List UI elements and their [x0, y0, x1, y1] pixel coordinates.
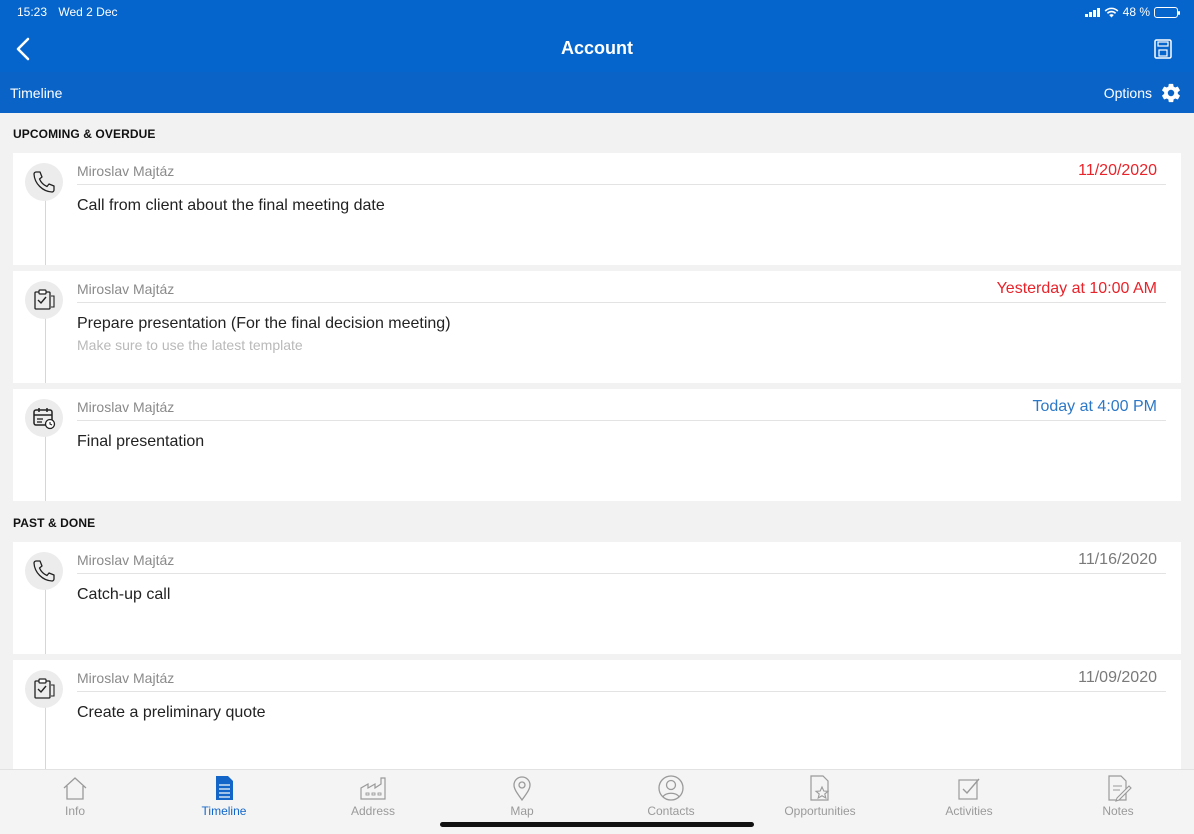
- timeline-card[interactable]: Miroslav Majtáz 11/20/2020 Call from cli…: [13, 153, 1181, 265]
- divider: [77, 302, 1166, 303]
- tab-contacts[interactable]: Contacts: [611, 774, 731, 818]
- save-button[interactable]: [1152, 38, 1174, 60]
- tab-label: Address: [350, 804, 396, 818]
- divider: [77, 420, 1166, 421]
- activity-date: 11/16/2020: [1078, 551, 1157, 568]
- home-indicator[interactable]: [440, 822, 754, 827]
- tab-map[interactable]: Map: [462, 774, 582, 818]
- tab-opportunities[interactable]: Opportunities: [760, 774, 880, 818]
- status-date: Wed 2 Dec: [58, 5, 118, 19]
- tab-label: Timeline: [201, 804, 247, 818]
- battery-percent: 48 %: [1122, 5, 1150, 19]
- timeline-line: [45, 433, 46, 501]
- tab-timeline[interactable]: Timeline: [164, 774, 284, 818]
- timeline-line: [45, 586, 46, 654]
- divider: [77, 573, 1166, 574]
- timeline-line: [45, 315, 46, 383]
- save-icon: [1154, 39, 1172, 59]
- phone-icon: [25, 163, 63, 201]
- task-icon: [25, 281, 63, 319]
- page-title: Account: [561, 38, 633, 58]
- status-bar: 15:23 Wed 2 Dec 48 %: [17, 5, 1180, 19]
- tab-label: Info: [64, 804, 85, 818]
- phone-icon: [25, 552, 63, 590]
- contacts-icon: [658, 775, 684, 801]
- timeline-card[interactable]: Miroslav Majtáz 11/09/2020 Create a prel…: [13, 660, 1181, 769]
- map-pin-icon: [513, 776, 531, 802]
- tab-notes[interactable]: Notes: [1058, 774, 1178, 818]
- calendar-icon: [25, 399, 63, 437]
- gear-icon: [1162, 83, 1180, 103]
- options-label: Options: [1103, 85, 1152, 101]
- tab-address[interactable]: Address: [313, 774, 433, 818]
- header-bar: 15:23 Wed 2 Dec 48 % Account Timeline Op…: [0, 0, 1194, 113]
- divider: [77, 691, 1166, 692]
- home-icon: [63, 777, 87, 800]
- section-heading-past: PAST & DONE: [13, 516, 96, 530]
- timeline-icon: [216, 776, 233, 800]
- activity-owner: Miroslav Majtáz: [77, 399, 175, 415]
- activity-subject: Final presentation: [77, 433, 205, 450]
- activity-description: Make sure to use the latest template: [77, 337, 303, 353]
- tab-label: Activities: [945, 804, 993, 818]
- timeline-card[interactable]: Miroslav Majtáz 11/16/2020 Catch-up call: [13, 542, 1181, 654]
- activity-subject: Call from client about the final meeting…: [77, 197, 385, 214]
- view-label: Timeline: [10, 85, 63, 101]
- status-time: 15:23: [17, 5, 48, 19]
- tab-activities[interactable]: Activities: [909, 774, 1029, 818]
- timeline-line: [45, 197, 46, 265]
- activity-owner: Miroslav Majtáz: [77, 163, 175, 179]
- timeline-content[interactable]: UPCOMING & OVERDUE Miroslav Majtáz 11/20…: [0, 113, 1194, 769]
- sub-header: Timeline Options: [0, 72, 1194, 113]
- activities-icon: [958, 778, 980, 800]
- activity-subject: Create a preliminary quote: [77, 704, 266, 721]
- activity-date: Today at 4:00 PM: [1032, 398, 1157, 415]
- activity-date: Yesterday at 10:00 AM: [996, 280, 1157, 297]
- factory-icon: [360, 777, 386, 800]
- activity-subject: Prepare presentation (For the final deci…: [77, 315, 451, 332]
- cellular-signal-icon: [1084, 7, 1100, 17]
- tab-info[interactable]: Info: [15, 774, 135, 818]
- activity-date: 11/09/2020: [1078, 669, 1157, 686]
- task-icon: [25, 670, 63, 708]
- timeline-line: [45, 704, 46, 769]
- tab-label: Notes: [1102, 804, 1134, 818]
- opportunity-icon: [810, 775, 830, 801]
- notes-icon: [1108, 775, 1132, 802]
- tab-label: Contacts: [647, 804, 695, 818]
- activity-owner: Miroslav Majtáz: [77, 552, 175, 568]
- activity-owner: Miroslav Majtáz: [77, 670, 175, 686]
- activity-subject: Catch-up call: [77, 586, 171, 603]
- options-button[interactable]: Options: [1104, 82, 1182, 104]
- activity-owner: Miroslav Majtáz: [77, 281, 175, 297]
- section-heading-upcoming: UPCOMING & OVERDUE: [13, 127, 156, 141]
- tab-label: Map: [510, 804, 534, 818]
- timeline-card[interactable]: Miroslav Majtáz Today at 4:00 PM Final p…: [13, 389, 1181, 501]
- activity-date: 11/20/2020: [1078, 162, 1157, 179]
- tab-label: Opportunities: [784, 804, 856, 818]
- battery-icon: [1154, 6, 1180, 18]
- divider: [77, 184, 1166, 185]
- wifi-icon: [1104, 7, 1119, 17]
- timeline-card[interactable]: Miroslav Majtáz Yesterday at 10:00 AM Pr…: [13, 271, 1181, 383]
